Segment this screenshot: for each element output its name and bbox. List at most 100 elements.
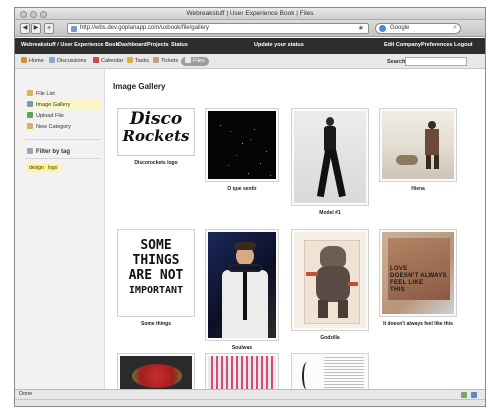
thumbnail-caption[interactable]: Discorockets logo: [117, 160, 195, 166]
window-titlebar: Webreakstuff | User Experience Book | Fi…: [15, 8, 485, 20]
sidebar-divider: [25, 139, 101, 140]
tab-files[interactable]: Files: [181, 57, 209, 66]
update-status-link[interactable]: Update your status: [254, 42, 304, 48]
thumbnail-caption[interactable]: Soulwax: [205, 345, 279, 351]
sidebar-item-image-gallery[interactable]: Image Gallery: [25, 100, 101, 110]
tag-design[interactable]: design: [27, 164, 46, 172]
thumbnail-image: [382, 111, 454, 179]
thumbnail-image: SOME THINGS ARE NOT IMPORTANT: [120, 232, 192, 314]
gallery-thumbnail[interactable]: [205, 229, 279, 341]
thumbnail-caption[interactable]: Godzilla: [291, 335, 369, 341]
browser-statusbar: Done: [15, 389, 485, 399]
thumbnail-image: [208, 356, 276, 390]
sidebar: File List Image Gallery Upload File New …: [15, 69, 105, 389]
tab-discussions[interactable]: Discussions: [49, 57, 86, 66]
thumbnail-art-text: Disco: [129, 111, 183, 129]
edit-company-link[interactable]: Edit Company: [384, 42, 421, 48]
thumbnail-caption[interactable]: O que sentir: [205, 186, 279, 192]
sidebar-item-label: Upload File: [36, 113, 64, 119]
tag-icon: [27, 148, 33, 154]
upload-icon: [27, 112, 33, 118]
thumbnail-art-text: LOVE: [390, 266, 408, 272]
back-button[interactable]: ◀: [20, 23, 30, 34]
tab-tickets-label: Tickets: [161, 58, 179, 64]
gallery-thumbnail[interactable]: [205, 353, 279, 393]
sidebar-item-label: File List: [36, 91, 55, 97]
page-title: Image Gallery: [113, 82, 166, 91]
thumbnail-caption[interactable]: Some things: [117, 321, 195, 327]
gallery-thumbnail[interactable]: [379, 108, 457, 182]
address-bar[interactable]: http://wbs.dev.goplanapp.com/uxbook/file…: [67, 23, 369, 34]
nav-projects[interactable]: Projects: [147, 42, 169, 48]
thumbnail-art-text: IMPORTANT: [128, 285, 184, 296]
thumbnail-art-text: Rockets: [122, 127, 190, 145]
tab-calendar-label: Calendar: [101, 58, 124, 64]
tab-tasks-label: Tasks: [135, 58, 150, 64]
thumbnail-caption[interactable]: Hiena: [379, 186, 457, 192]
thumbnail-art-text: ARE NOT: [128, 268, 184, 283]
sidebar-item-new-category[interactable]: New Category: [25, 122, 101, 132]
thumbnail-image: LOVE DOESN'T ALWAYS FEEL LIKE THIS: [382, 232, 454, 314]
gallery-thumbnail[interactable]: [291, 229, 369, 331]
nav-dashboard[interactable]: Dashboard: [118, 42, 147, 48]
sidebar-item-label: New Category: [36, 124, 71, 130]
horizontal-scrollbar[interactable]: [15, 399, 485, 406]
project-tabs: Home Discussions Calendar Tasks Tickets …: [15, 54, 485, 69]
web-search-placeholder: Google: [390, 25, 410, 31]
gallery-thumbnail[interactable]: [117, 353, 195, 393]
discussions-icon: [49, 57, 55, 63]
tab-home[interactable]: Home: [21, 57, 44, 66]
search-input[interactable]: [405, 57, 467, 66]
tab-tasks[interactable]: Tasks: [127, 57, 149, 66]
calendar-icon: [93, 57, 99, 63]
sidebar-item-file-list[interactable]: File List: [25, 89, 101, 99]
thumbnail-art-text: THIS: [390, 287, 405, 293]
home-icon: [21, 57, 27, 63]
tag-logo[interactable]: logo: [46, 164, 60, 172]
thumbnail-image: Disco Rockets: [120, 111, 192, 153]
magnifier-icon: ⌕: [453, 24, 457, 31]
bookmark-star-icon[interactable]: ★: [358, 24, 364, 32]
thumbnail-art-text: SOME: [140, 238, 172, 253]
gallery-thumbnail[interactable]: SOME THINGS ARE NOT IMPORTANT: [117, 229, 195, 317]
sidebar-item-upload-file[interactable]: Upload File: [25, 111, 101, 121]
browser-toolbar: ◀ ▶ + http://wbs.dev.goplanapp.com/uxboo…: [15, 20, 485, 37]
thumbnail-image: [208, 111, 276, 179]
status-icon: [461, 392, 467, 398]
nav-status[interactable]: Status: [171, 42, 188, 48]
status-icon: [471, 392, 477, 398]
tab-home-label: Home: [29, 58, 44, 64]
gallery-thumbnail[interactable]: [291, 108, 369, 206]
folder-icon: [27, 123, 33, 129]
site-favicon-icon: [71, 26, 77, 32]
preferences-link[interactable]: Preferences: [421, 42, 453, 48]
web-search-input[interactable]: Google ⌕: [375, 23, 461, 34]
tab-files-label: Files: [193, 58, 205, 64]
tab-calendar[interactable]: Calendar: [93, 57, 123, 66]
add-bookmark-button[interactable]: +: [44, 23, 54, 34]
gallery-thumbnail[interactable]: Disco Rockets: [117, 108, 195, 156]
thumbnail-caption[interactable]: It doesn't always feel like this: [369, 321, 467, 327]
brand-title[interactable]: Webreakstuff / User Experience Book: [21, 42, 119, 48]
forward-button[interactable]: ▶: [31, 23, 41, 34]
gallery-thumbnail[interactable]: [205, 108, 279, 182]
url-text: http://wbs.dev.goplanapp.com/uxbook/file…: [80, 25, 209, 31]
logout-link[interactable]: Logout: [454, 42, 473, 48]
thumbnail-image: [294, 111, 366, 203]
browser-window: Webreakstuff | User Experience Book | Fi…: [14, 7, 486, 407]
gallery-thumbnail[interactable]: LOVE DOESN'T ALWAYS FEEL LIKE THIS: [379, 229, 457, 317]
tasks-icon: [127, 57, 133, 63]
thumbnail-caption[interactable]: Model #1: [291, 210, 369, 216]
files-icon: [185, 57, 191, 63]
sidebar-divider: [25, 158, 101, 159]
filter-by-tag-heading: Filter by tag: [27, 148, 70, 155]
thumbnail-image: [294, 232, 366, 328]
thumbnail-art-text: DOESN'T ALWAYS: [390, 273, 447, 279]
sidebar-item-label: Image Gallery: [36, 102, 71, 108]
gallery-thumbnail[interactable]: [291, 353, 369, 393]
file-list-icon: [27, 90, 33, 96]
tickets-icon: [153, 57, 159, 63]
thumbnail-image: [208, 232, 276, 338]
app-header: Webreakstuff / User Experience Book Dash…: [15, 38, 485, 54]
tab-tickets[interactable]: Tickets: [153, 57, 178, 66]
